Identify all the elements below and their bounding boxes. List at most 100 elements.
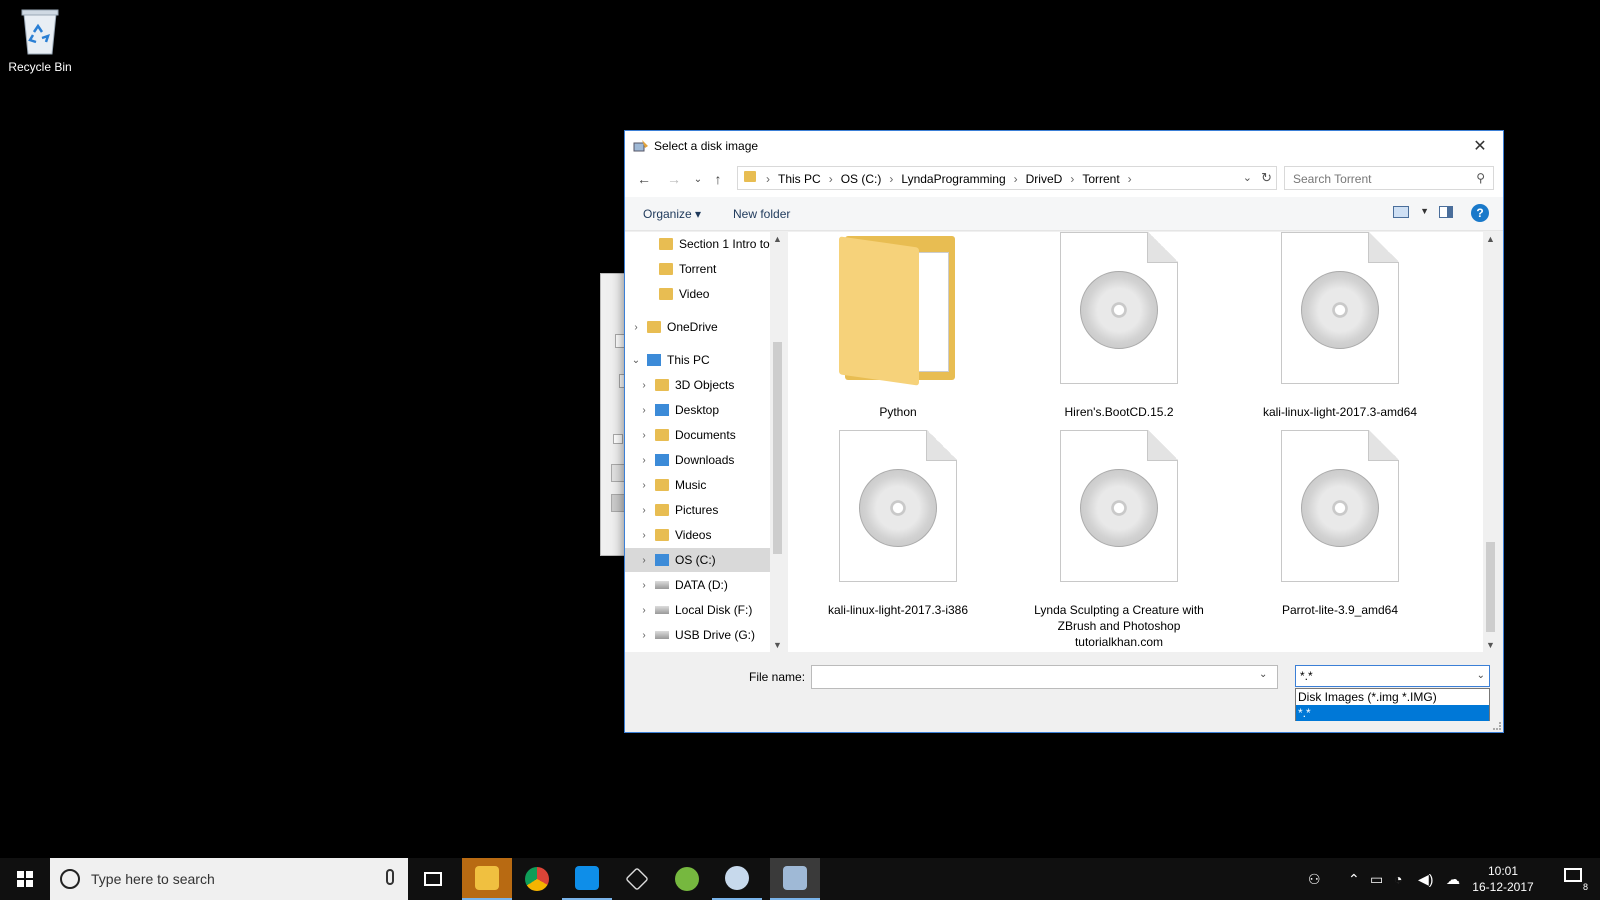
file-name-dropdown-icon[interactable]: ⌄ — [1259, 669, 1267, 680]
action-center-button[interactable]: 8 — [1564, 868, 1588, 892]
microphone-icon[interactable] — [386, 869, 394, 885]
tree-item-downloads[interactable]: › Downloads — [625, 448, 770, 472]
view-options-dropdown-icon[interactable]: ▼ — [1420, 206, 1429, 216]
tree-expander[interactable]: › — [637, 455, 651, 466]
tree-item-data-d[interactable]: › DATA (D:) — [625, 573, 770, 597]
taskbar-app-paint[interactable] — [712, 858, 762, 900]
taskbar-app-file-explorer[interactable] — [462, 858, 512, 900]
tree-expander[interactable]: › — [637, 430, 651, 441]
clock[interactable]: 10:01 16-12-2017 — [1468, 863, 1538, 895]
tree-item-this-pc[interactable]: ⌄ This PC — [625, 348, 770, 372]
tree-expander[interactable]: › — [637, 480, 651, 491]
resize-grip[interactable] — [1493, 722, 1501, 730]
preview-pane-icon[interactable] — [1439, 206, 1453, 218]
scrollbar-thumb[interactable] — [773, 342, 782, 554]
search-input[interactable]: Search Torrent — [1293, 172, 1372, 186]
file-item-hirens-bootcd[interactable]: Hiren's.BootCD.15.2 — [1019, 232, 1219, 420]
search-box[interactable]: Search Torrent ⚲ — [1284, 166, 1494, 190]
file-item-parrot-lite[interactable]: Parrot-lite-3.9_amd64 — [1240, 430, 1440, 618]
file-item-lynda-sculpting[interactable]: Lynda Sculpting a Creature with ZBrush a… — [1019, 430, 1219, 650]
tree-expander[interactable]: › — [637, 555, 651, 566]
file-list-scrollbar[interactable]: ▲ ▼ — [1483, 232, 1498, 652]
taskbar-app-disk-imager[interactable] — [770, 858, 820, 900]
file-item-kali-i386[interactable]: kali-linux-light-2017.3-i386 — [798, 430, 998, 618]
tree-expander[interactable]: › — [637, 580, 651, 591]
taskbar-app-unity[interactable] — [612, 858, 662, 900]
tree-expander[interactable]: › — [637, 380, 651, 391]
back-button[interactable]: ← — [635, 170, 653, 188]
volume-icon[interactable]: ◀) — [1418, 871, 1433, 888]
address-bar[interactable]: › This PC › OS (C:) › LyndaProgramming ›… — [737, 166, 1277, 190]
close-button[interactable]: ✕ — [1457, 131, 1503, 161]
scroll-down-icon[interactable]: ▼ — [1486, 640, 1495, 650]
title-bar[interactable]: Select a disk image ✕ — [625, 131, 1503, 161]
tree-item-video[interactable]: Video — [625, 282, 770, 306]
tree-expander[interactable]: › — [629, 322, 643, 333]
filter-option-disk-images[interactable]: Disk Images (*.img *.IMG) — [1296, 689, 1489, 705]
file-item-python[interactable]: Python — [798, 232, 998, 420]
tree-expander[interactable]: › — [637, 630, 651, 641]
tree-item-section-1[interactable]: Section 1 Intro to — [625, 232, 770, 256]
onedrive-cloud-icon[interactable]: ☁ — [1446, 871, 1460, 888]
show-hidden-icons-chevron-icon[interactable]: ⌃ — [1348, 871, 1360, 888]
taskbar-app-utorrent[interactable] — [662, 858, 712, 900]
breadcrumb-separator-icon[interactable]: › — [1068, 172, 1076, 186]
people-icon[interactable]: ⚇ — [1308, 871, 1321, 888]
breadcrumb-os-c[interactable]: OS (C:) — [835, 172, 888, 186]
scroll-up-icon[interactable]: ▲ — [1486, 234, 1495, 244]
help-button[interactable]: ? — [1471, 204, 1489, 222]
tree-item-local-disk-f[interactable]: › Local Disk (F:) — [625, 598, 770, 622]
tree-item-3d-objects[interactable]: › 3D Objects — [625, 373, 770, 397]
navigation-scrollbar[interactable]: ▲ ▼ — [770, 232, 785, 652]
taskbar-app-teamviewer[interactable] — [562, 858, 612, 900]
tree-item-documents[interactable]: › Documents — [625, 423, 770, 447]
tree-expander[interactable]: ⌄ — [629, 355, 643, 366]
tree-item-usb-drive-g[interactable]: › USB Drive (G:) — [625, 623, 770, 647]
tree-expander[interactable]: › — [637, 405, 651, 416]
wifi-icon[interactable]: ◔ — [1394, 871, 1402, 887]
tree-item-pictures[interactable]: › Pictures — [625, 498, 770, 522]
organize-button[interactable]: Organize ▾ — [643, 207, 701, 221]
folder-icon — [744, 171, 756, 182]
tree-expander[interactable]: › — [637, 605, 651, 616]
battery-icon[interactable]: ▭ — [1370, 871, 1383, 888]
scroll-down-icon[interactable]: ▼ — [773, 640, 782, 650]
file-type-filter-select[interactable]: *.* ⌄ — [1295, 665, 1490, 687]
breadcrumb-separator-icon[interactable]: › — [827, 172, 835, 186]
scrollbar-thumb[interactable] — [1486, 542, 1495, 632]
file-name-input[interactable] — [811, 665, 1278, 689]
refresh-icon[interactable]: ↻ — [1261, 170, 1272, 186]
taskbar-app-chrome[interactable] — [512, 858, 562, 900]
taskbar-search-box[interactable]: Type here to search — [50, 858, 408, 900]
breadcrumb-this-pc[interactable]: This PC — [772, 172, 827, 186]
task-view-button[interactable] — [408, 858, 458, 900]
breadcrumb-torrent[interactable]: Torrent — [1076, 172, 1125, 186]
breadcrumb-separator-icon[interactable]: › — [1126, 172, 1134, 186]
tree-item-os-c[interactable]: › OS (C:) — [625, 548, 770, 572]
documents-icon — [655, 429, 669, 441]
tree-item-desktop[interactable]: › Desktop — [625, 398, 770, 422]
breadcrumb-lyndaprogramming[interactable]: LyndaProgramming — [895, 172, 1011, 186]
file-item-kali-amd64[interactable]: kali-linux-light-2017.3-amd64 — [1240, 232, 1440, 420]
tree-item-music[interactable]: › Music — [625, 473, 770, 497]
desktop-icon-recycle-bin[interactable]: Recycle Bin — [4, 6, 76, 74]
tree-item-torrent[interactable]: Torrent — [625, 257, 770, 281]
address-history-dropdown[interactable]: ⌄ — [1243, 171, 1252, 184]
new-folder-button[interactable]: New folder — [733, 207, 790, 221]
breadcrumb-separator-icon[interactable]: › — [764, 172, 772, 186]
breadcrumb-separator-icon[interactable]: › — [887, 172, 895, 186]
start-button[interactable] — [0, 858, 50, 900]
breadcrumb-drived[interactable]: DriveD — [1020, 172, 1069, 186]
change-view-icon[interactable] — [1393, 206, 1409, 218]
filter-option-all-files[interactable]: *.* — [1296, 705, 1489, 721]
tree-item-videos[interactable]: › Videos — [625, 523, 770, 547]
tree-expander[interactable]: › — [637, 505, 651, 516]
breadcrumb-separator-icon[interactable]: › — [1012, 172, 1020, 186]
recent-locations-button[interactable]: ⌄ — [689, 170, 707, 188]
tree-item-onedrive[interactable]: › OneDrive — [625, 315, 770, 339]
tree-expander[interactable]: › — [637, 530, 651, 541]
taskbar-search-input[interactable]: Type here to search — [91, 871, 215, 887]
up-button[interactable]: ↑ — [709, 170, 727, 188]
scroll-up-icon[interactable]: ▲ — [773, 234, 782, 244]
forward-button[interactable]: → — [665, 170, 683, 188]
